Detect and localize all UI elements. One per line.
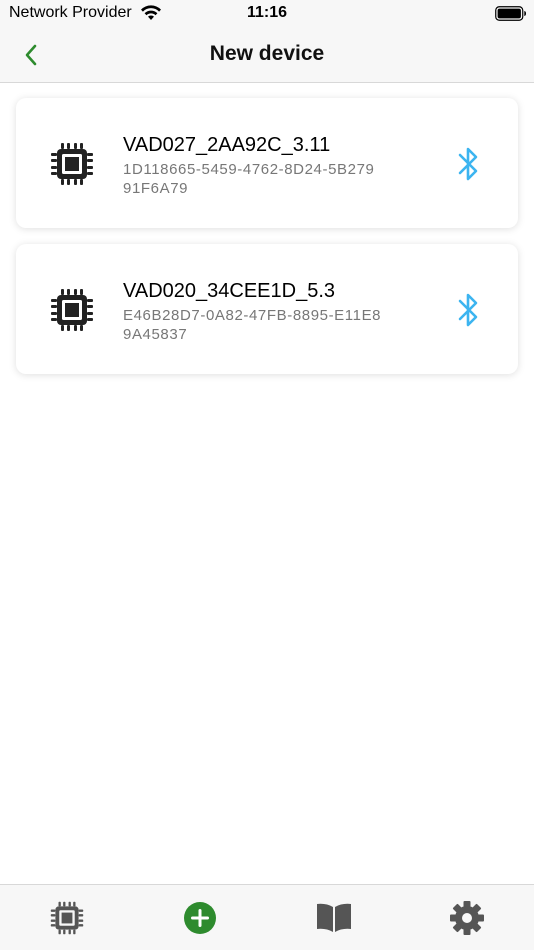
page-title: New device bbox=[209, 42, 325, 65]
device-uuid: 1D118665-5459-4762-8D24-5B27991F6A79 bbox=[123, 161, 375, 197]
battery-icon bbox=[495, 6, 526, 21]
device-list: VAD027_2AA92C_3.11 1D118665-5459-4762-8D… bbox=[16, 98, 518, 390]
book-icon bbox=[316, 903, 351, 932]
tab-settings[interactable] bbox=[400, 885, 533, 950]
bluetooth-icon bbox=[458, 147, 478, 181]
chip-icon bbox=[51, 289, 93, 331]
device-name: VAD020_34CEE1D_5.3 bbox=[123, 280, 335, 302]
bluetooth-icon bbox=[458, 293, 478, 327]
chevron-left-icon bbox=[25, 44, 37, 66]
add-circle-icon bbox=[183, 902, 216, 934]
chip-icon bbox=[51, 143, 93, 185]
device-card[interactable]: VAD020_34CEE1D_5.3 E46B28D7-0A82-47FB-88… bbox=[16, 244, 518, 374]
device-name: VAD027_2AA92C_3.11 bbox=[123, 134, 331, 156]
chip-icon bbox=[50, 901, 83, 935]
gear-icon bbox=[449, 901, 484, 935]
clock: 11:16 bbox=[246, 4, 288, 21]
tab-add-device[interactable] bbox=[133, 885, 266, 950]
back-button[interactable] bbox=[16, 40, 46, 70]
tab-devices[interactable] bbox=[0, 885, 133, 950]
status-bar: Network Provider 11:16 bbox=[0, 0, 534, 28]
device-uuid: E46B28D7-0A82-47FB-8895-E11E89A45837 bbox=[123, 307, 382, 343]
device-card[interactable]: VAD027_2AA92C_3.11 1D118665-5459-4762-8D… bbox=[16, 98, 518, 228]
tab-manual[interactable] bbox=[267, 885, 400, 950]
tab-bar bbox=[0, 884, 534, 950]
navigation-bar: New device bbox=[0, 28, 534, 83]
